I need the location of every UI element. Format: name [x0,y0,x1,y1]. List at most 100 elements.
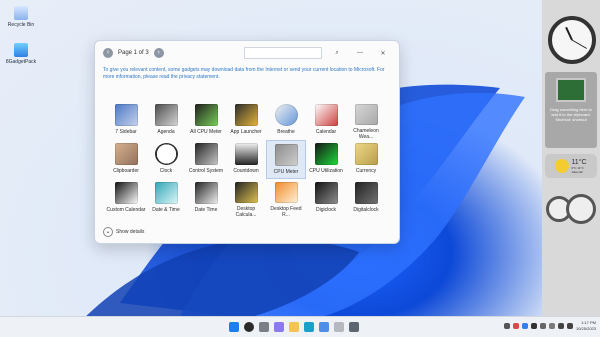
desktop-icon-label: 8GadgetPack [5,59,37,65]
gadget-tile[interactable]: Digiclock [306,179,346,218]
taskbar-date: 10/25/2023 [575,326,596,331]
gadget-tile[interactable]: Digitalclock [346,179,386,218]
gadget-gallery-window[interactable]: ‹ Page 1 of 3 › ⌕ — ✕ To give you releva… [94,40,400,244]
page-label: Page 1 of 3 [118,50,149,56]
weather-gadget[interactable]: 11°C 0°C 11°C Jalan Eli [545,154,597,178]
gadget-tile[interactable]: Breathe [266,101,306,140]
settings-icon[interactable] [349,322,359,332]
gadget-label: Digitalclock [353,207,379,213]
gadget-label: CPU Utilization [309,168,343,174]
gadget-thumbnail [314,143,338,165]
gadget-label: Desktop Calcula... [235,206,257,218]
gadget-tile[interactable]: 7 Sidebar [106,101,146,140]
gadget-thumbnail [154,143,178,165]
app-tray-icon[interactable] [512,323,519,329]
gadget-label: Clipboarder [113,168,139,174]
show-details-toggle[interactable]: ⌄ Show details [103,227,144,237]
explorer-icon[interactable] [289,322,299,332]
chat-icon[interactable] [274,322,284,332]
clock-minute-hand [571,39,587,49]
desktop-icon-gadgetpack[interactable]: 8GadgetPack [2,43,40,65]
gadget-tile[interactable]: Date Time [186,179,226,218]
previous-page-button[interactable]: ‹ [103,48,113,58]
gadget-thumbnail [354,143,378,165]
recycle-bin-icon [14,6,28,20]
gallery-toolbar: ‹ Page 1 of 3 › ⌕ — ✕ [95,41,399,65]
gadget-thumbnail [194,104,218,126]
gadget-tile[interactable]: Desktop Calcula... [226,179,266,218]
gadget-thumbnail [234,182,258,203]
gadget-label: Control System [188,168,224,174]
chevron-up-icon[interactable] [503,323,510,329]
gadget-thumbnail [114,104,138,126]
gadget-thumbnail [114,182,138,204]
wifi-icon[interactable] [557,323,564,329]
app-tray-icon[interactable] [521,323,528,329]
gadget-label: Currency [355,168,377,174]
gadget-thumbnail [194,182,218,204]
gadget-thumbnail [154,182,178,204]
gadgets-icon[interactable] [334,322,344,332]
gadget-tile[interactable]: Currency [346,140,386,179]
gadget-label: Date Time [194,207,218,213]
gadget-thumbnail [274,144,298,166]
gadget-sidebar: Drag something here to add it to the cli… [542,0,600,317]
minimize-button[interactable]: — [352,50,368,57]
windows-icon[interactable] [229,322,239,332]
next-page-button[interactable]: › [153,48,164,58]
search-input[interactable] [244,47,322,59]
weather-temperature: 11°C [571,158,587,166]
gadget-thumbnail [114,143,138,165]
taskbar-pinned-apps [229,322,359,332]
gadget-label: Chameleon Wea... [353,128,379,140]
sun-icon [555,159,570,173]
search-icon[interactable] [244,322,254,332]
gadget-grid: 7 Sidebar Agenda All CPU Meter App Launc… [106,101,388,218]
gadget-thumbnail [234,104,258,126]
cpu-meter-gadget[interactable] [546,194,596,224]
gadget-label: Clock [159,168,173,174]
gadget-tile[interactable]: Clock [146,140,186,179]
app-tray-icon[interactable] [539,323,546,329]
taskbar: 1:17 PM 10/25/2023 [0,316,600,337]
edge-icon[interactable] [304,322,314,332]
gadget-tile[interactable]: Calendar [306,101,346,140]
gadget-tile[interactable]: CPU Utilization [306,140,346,179]
gadget-tile[interactable]: Control System [186,140,226,179]
gadget-tile[interactable]: App Launcher [226,101,266,140]
close-button[interactable]: ✕ [375,50,391,57]
app-tray-icon[interactable] [530,323,537,329]
gadget-pack-icon [14,43,28,57]
volume-icon[interactable] [566,323,573,329]
gadget-tile[interactable]: Agenda [146,101,186,140]
privacy-notice[interactable]: To give you relevant content, some gadge… [103,67,385,81]
gadget-tile[interactable]: Chameleon Wea... [346,101,386,140]
gadget-thumbnail [274,104,298,126]
gadget-tile[interactable]: Countdown [226,140,266,179]
gadget-thumbnail [234,143,258,165]
task-view-icon[interactable] [259,322,269,332]
store-icon[interactable] [319,322,329,332]
gadget-label: Desktop Feed R... [270,206,302,218]
gadget-tile-selected[interactable]: CPU Meter [266,140,306,179]
desktop-icon-recycle-bin[interactable]: Recycle Bin [2,6,40,28]
gadget-label: Calendar [315,129,337,135]
gadget-thumbnail [274,182,298,203]
gadget-label: Custom Calendar [106,207,146,213]
gadget-tile[interactable]: All CPU Meter [186,101,226,140]
gadget-label: Agenda [157,129,175,135]
gadget-tile[interactable]: Custom Calendar [106,179,146,218]
gadget-thumbnail [154,104,178,126]
gadget-label: Digiclock [315,207,336,213]
system-tray: 1:17 PM 10/25/2023 [503,320,596,332]
clipboard-gadget[interactable]: Drag something here to add it to the cli… [545,72,597,148]
clock-display[interactable]: 1:17 PM 10/25/2023 [576,320,596,332]
gadget-tile[interactable]: Desktop Feed R... [266,179,306,218]
gadget-label: Breathe [277,129,295,135]
app-tray-icon[interactable] [548,323,555,329]
gadget-tile[interactable]: Clipboarder [106,140,146,179]
gadget-tile[interactable]: Date & Time [146,179,186,218]
gadget-label: All CPU Meter [190,129,222,135]
clock-gadget[interactable] [548,16,596,64]
gadget-label: 7 Sidebar [115,129,137,135]
